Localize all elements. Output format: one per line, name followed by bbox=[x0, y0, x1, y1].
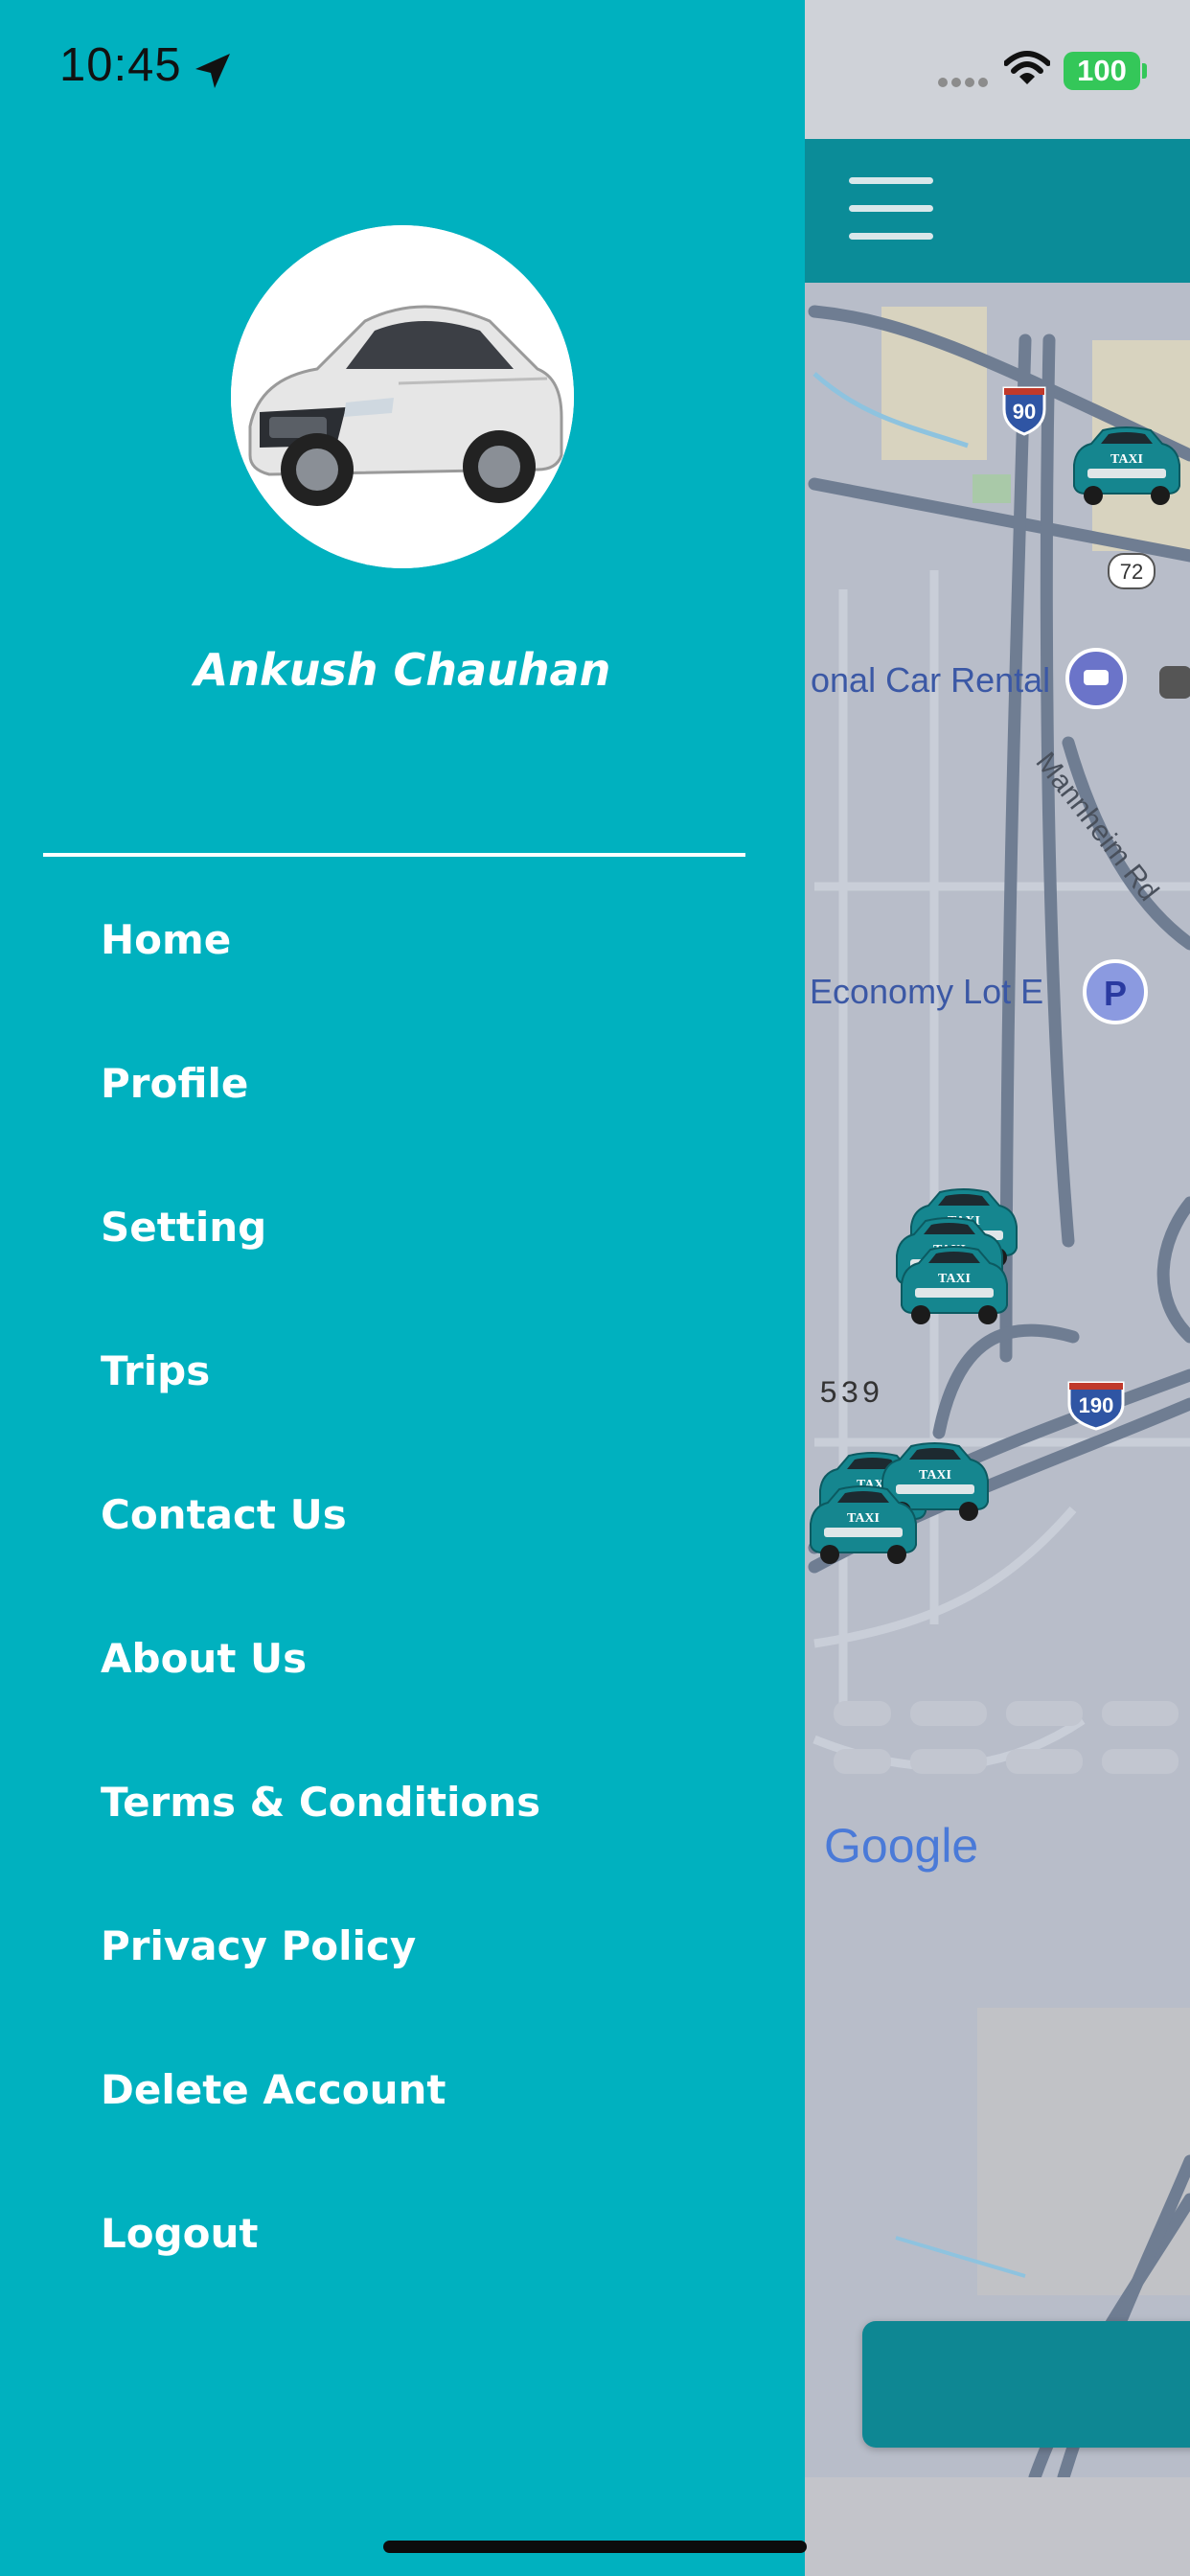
car-rental-label: onal Car Rental bbox=[811, 660, 1050, 700]
location-arrow-icon bbox=[195, 54, 230, 88]
taxi-sign-label: TAXI bbox=[1110, 452, 1143, 467]
hamburger-menu-icon[interactable] bbox=[849, 177, 933, 241]
menu-item-home[interactable]: Home bbox=[101, 897, 771, 983]
state-route-72-shield: 72 bbox=[1108, 553, 1156, 589]
status-time: 10:45 bbox=[59, 39, 182, 91]
menu-item-profile[interactable]: Profile bbox=[101, 1041, 771, 1127]
route-number-label: 539 bbox=[819, 1376, 883, 1412]
menu-item-logout[interactable]: Logout bbox=[101, 2191, 771, 2277]
wifi-icon bbox=[1004, 51, 1050, 84]
menu-item-delete-account[interactable]: Delete Account bbox=[101, 2047, 771, 2133]
menu-item-about-us[interactable]: About Us bbox=[101, 1616, 771, 1702]
state-route-72-label: 72 bbox=[1120, 560, 1143, 584]
google-logo: Google bbox=[824, 1819, 978, 1873]
user-name: Ankush Chauhan bbox=[194, 644, 611, 696]
status-bar: 10:45 100 bbox=[0, 0, 1190, 139]
interstate-90-shield: 90 bbox=[1002, 386, 1046, 436]
car-avatar-image bbox=[231, 225, 574, 568]
menu-item-contact-us[interactable]: Contact Us bbox=[101, 1472, 771, 1558]
car-rental-pin[interactable] bbox=[1065, 648, 1127, 709]
home-indicator bbox=[383, 2541, 807, 2553]
screen: 90 72 190 onal Car Rental Mannheim Rd Ec… bbox=[0, 0, 1190, 2576]
drawer-divider bbox=[43, 853, 745, 857]
cellular-signal-icon bbox=[938, 78, 988, 87]
transit-icon bbox=[1159, 666, 1190, 699]
ride-action-panel[interactable] bbox=[862, 2321, 1190, 2448]
menu-item-privacy-policy[interactable]: Privacy Policy bbox=[101, 1903, 771, 1990]
battery-icon: 100 bbox=[1064, 52, 1140, 90]
profile-avatar[interactable] bbox=[231, 225, 574, 568]
taxi-sign-label: TAXI bbox=[847, 1511, 880, 1526]
menu-item-setting[interactable]: Setting bbox=[101, 1184, 771, 1271]
parking-pin[interactable]: P bbox=[1083, 959, 1148, 1024]
menu-item-trips[interactable]: Trips bbox=[101, 1328, 771, 1414]
interstate-190-label: 190 bbox=[1079, 1393, 1114, 1417]
menu-item-terms[interactable]: Terms & Conditions bbox=[101, 1760, 771, 1846]
interstate-90-label: 90 bbox=[1013, 400, 1036, 424]
economy-lot-label: Economy Lot E bbox=[810, 972, 1043, 1011]
taxi-sign-label: TAXI bbox=[919, 1468, 951, 1483]
battery-nub bbox=[1142, 63, 1147, 79]
taxi-sign-label: TAXI bbox=[938, 1272, 971, 1286]
navigation-drawer: Ankush Chauhan Home Profile Setting Trip… bbox=[0, 0, 805, 2576]
parking-badge-label: P bbox=[1104, 974, 1127, 1013]
